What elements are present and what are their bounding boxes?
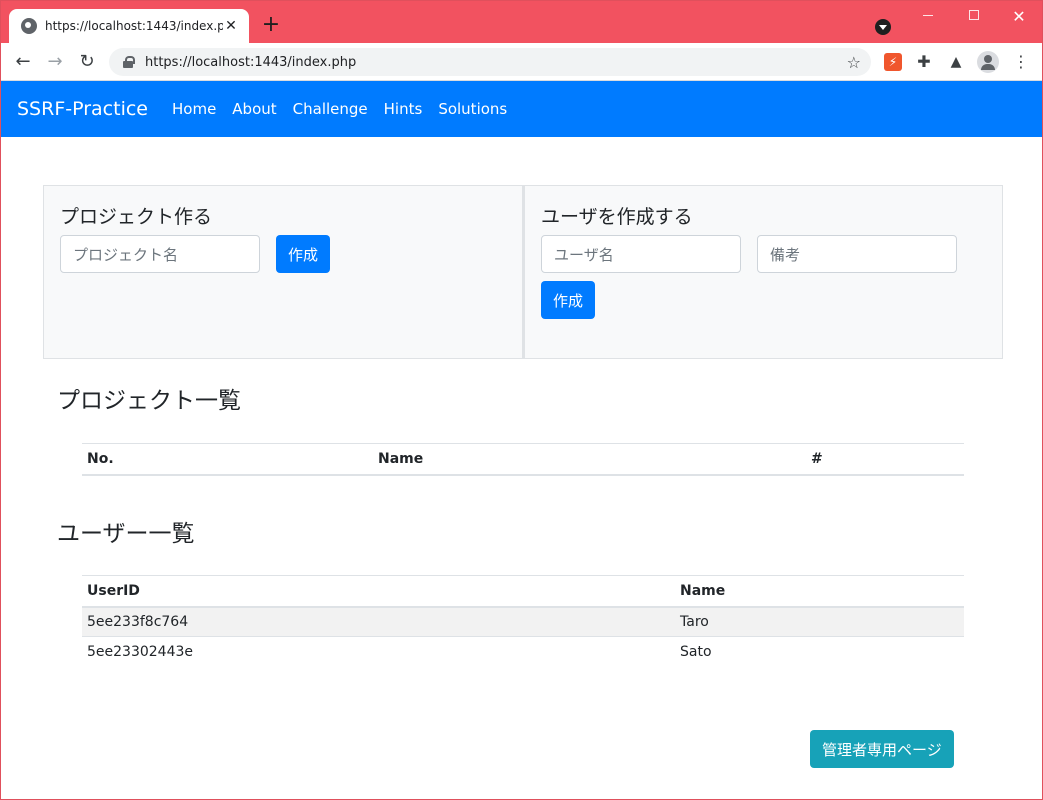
user-form-title: ユーザを作成する: [541, 206, 693, 228]
window-close-button[interactable]: ✕: [996, 7, 1042, 26]
user-name-cell: Taro: [675, 606, 964, 637]
user-form-row: ユーザ名 備考: [541, 235, 986, 273]
user-form-card: ユーザを作成する ユーザ名 備考 作成: [523, 185, 1003, 359]
col-header-userid: UserID: [82, 575, 675, 608]
project-name-input[interactable]: プロジェクト名: [60, 235, 260, 273]
browser-tab[interactable]: https://localhost:1443/index.php ✕: [9, 9, 249, 43]
globe-icon: [21, 18, 37, 34]
maximize-icon: [969, 10, 979, 20]
reload-button[interactable]: ↻: [75, 51, 99, 73]
new-tab-button[interactable]: +: [259, 13, 283, 37]
labs-flask-icon[interactable]: ▲: [947, 53, 965, 71]
profile-avatar-icon[interactable]: [977, 51, 999, 73]
project-table-header: No. Name #: [82, 443, 964, 476]
form-cards: プロジェクト作る プロジェクト名 作成 ユーザを作成する ユーザ名 備考 作成: [43, 185, 1003, 359]
nav-link-home[interactable]: Home: [172, 100, 216, 118]
user-table: UserID Name 5ee233f8c764 Taro 5ee2330244…: [82, 575, 964, 667]
back-button[interactable]: ←: [11, 51, 35, 73]
window-minimize-button[interactable]: [905, 7, 951, 23]
nav-link-about[interactable]: About: [232, 100, 276, 118]
tab-close-icon[interactable]: ✕: [223, 18, 239, 34]
lock-icon[interactable]: [123, 56, 135, 68]
extension-bolt-icon[interactable]: ⚡: [884, 53, 902, 71]
table-row: 5ee23302443e Sato: [82, 636, 964, 667]
site-navbar: SSRF-Practice Home About Challenge Hints…: [1, 81, 1042, 137]
project-table: No. Name #: [82, 443, 964, 476]
navbar-brand[interactable]: SSRF-Practice: [17, 98, 148, 120]
minimize-icon: [923, 14, 933, 16]
user-list-title: ユーザー一覧: [57, 521, 195, 547]
project-form-card: プロジェクト作る プロジェクト名 作成: [43, 185, 523, 359]
user-name-cell: Sato: [675, 636, 964, 667]
tab-title: https://localhost:1443/index.php: [45, 19, 223, 33]
project-form-title: プロジェクト作る: [60, 206, 213, 228]
col-header-no: No.: [82, 443, 373, 476]
create-user-button[interactable]: 作成: [541, 281, 596, 319]
window-maximize-button[interactable]: [951, 7, 997, 23]
url-text[interactable]: https://localhost:1443/index.php: [145, 55, 847, 70]
col-header-action: #: [806, 443, 964, 476]
project-form-row: プロジェクト名 作成: [60, 235, 506, 273]
col-header-username: Name: [675, 575, 964, 608]
table-row: 5ee233f8c764 Taro: [82, 606, 964, 637]
user-id-cell: 5ee23302443e: [82, 636, 675, 667]
forward-button[interactable]: →: [43, 51, 67, 73]
browser-toolbar: ← → ↻ https://localhost:1443/index.php ☆…: [1, 43, 1042, 81]
tab-strip: https://localhost:1443/index.php ✕ + ✕: [1, 1, 1042, 43]
create-project-button[interactable]: 作成: [276, 235, 331, 273]
user-note-input[interactable]: 備考: [757, 235, 957, 273]
extensions-puzzle-icon[interactable]: ✚: [915, 53, 933, 71]
user-id-cell: 5ee233f8c764: [82, 606, 675, 637]
user-name-input[interactable]: ユーザ名: [541, 235, 741, 273]
nav-link-challenge[interactable]: Challenge: [293, 100, 368, 118]
bookmark-star-icon[interactable]: ☆: [847, 53, 861, 72]
project-list-title: プロジェクト一覧: [57, 388, 241, 414]
nav-link-hints[interactable]: Hints: [384, 100, 423, 118]
menu-kebab-icon[interactable]: ⋮: [1013, 53, 1029, 71]
browser-window: https://localhost:1443/index.php ✕ + ✕ ←…: [0, 0, 1043, 800]
tab-search-icon[interactable]: [875, 19, 891, 35]
col-header-name: Name: [373, 443, 806, 476]
user-table-header: UserID Name: [82, 575, 964, 608]
admin-page-button[interactable]: 管理者専用ページ: [810, 730, 954, 768]
address-bar[interactable]: https://localhost:1443/index.php ☆: [109, 48, 871, 76]
nav-link-solutions[interactable]: Solutions: [438, 100, 507, 118]
